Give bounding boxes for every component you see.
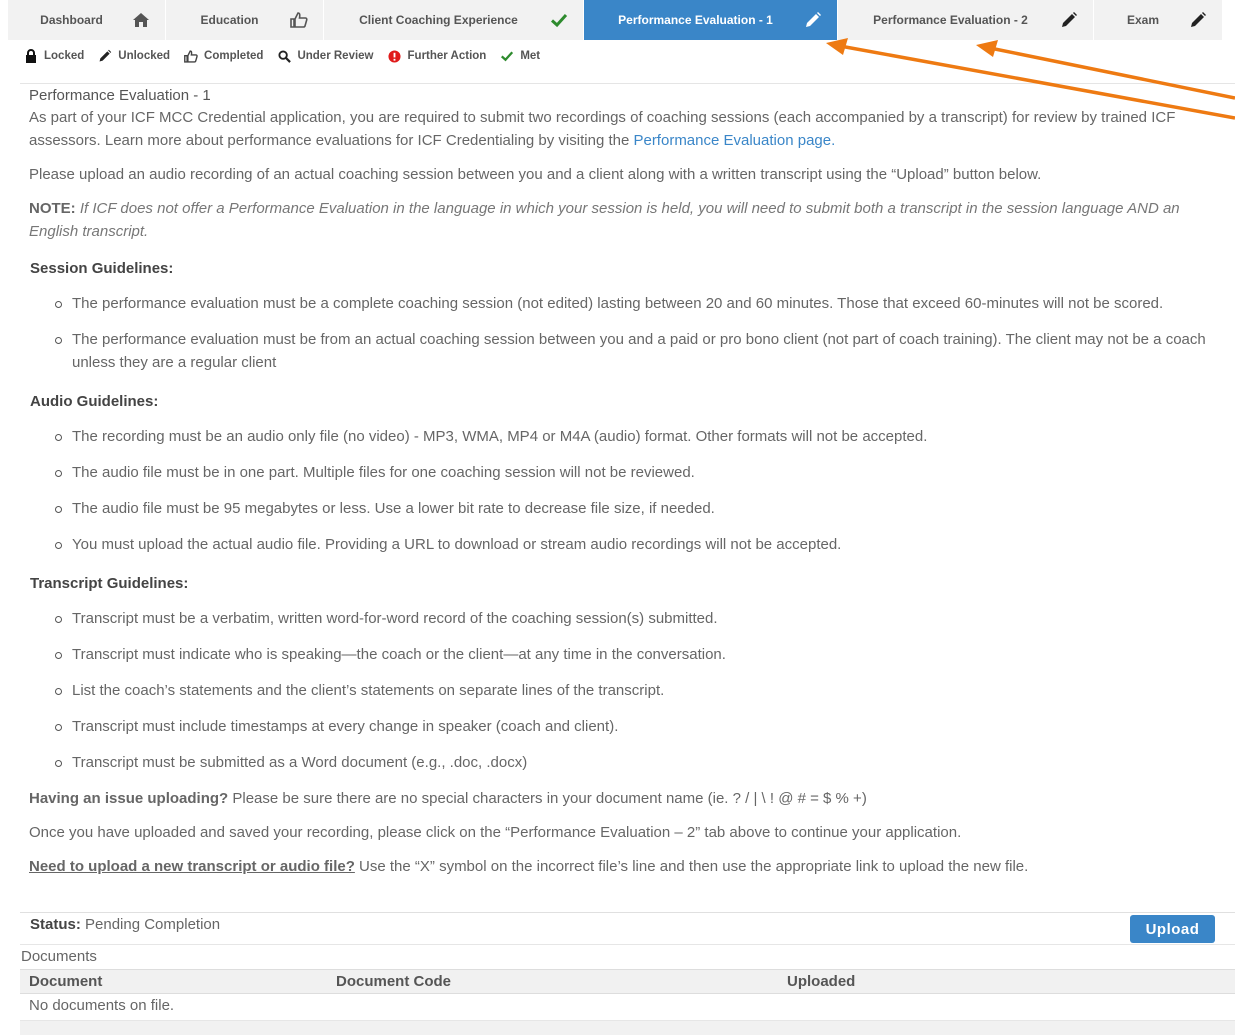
tab-label: Education [200, 13, 259, 27]
legend-label: Unlocked [118, 50, 171, 62]
transcript-guidelines-heading: Transcript Guidelines: [30, 575, 189, 592]
column-header-uploaded: Uploaded [787, 973, 856, 990]
tab-performance-evaluation-1[interactable]: Performance Evaluation - 1 [584, 0, 838, 40]
list-item: Transcript must be submitted as a Word d… [55, 751, 1219, 774]
upload-button[interactable]: Upload [1130, 915, 1215, 943]
legend-further-action: Further Action [388, 49, 487, 63]
pencil-icon [1188, 10, 1208, 30]
lock-icon [24, 49, 38, 63]
legend-met: Met [500, 49, 540, 63]
home-icon [131, 10, 151, 30]
column-header-document-code: Document Code [336, 973, 452, 990]
list-item: The recording must be an audio only file… [55, 425, 1219, 448]
thumbs-up-icon [184, 49, 198, 63]
transcript-guidelines-list: Transcript must be a verbatim, written w… [29, 607, 1219, 774]
page-title: Performance Evaluation - 1 [29, 87, 211, 104]
legend-under-review: Under Review [277, 49, 374, 63]
tab-exam[interactable]: Exam [1094, 0, 1223, 40]
tab-client-coaching-experience[interactable]: Client Coaching Experience [324, 0, 584, 40]
audio-guidelines-list: The recording must be an audio only file… [29, 425, 1219, 556]
legend-unlocked: Unlocked [98, 49, 170, 63]
next-step-paragraph: Once you have uploaded and saved your re… [29, 824, 962, 841]
intro-text: As part of your ICF MCC Credential appli… [29, 109, 1176, 149]
tab-label: Exam [1126, 13, 1160, 27]
legend-label: Completed [204, 50, 264, 62]
list-item: You must upload the actual audio file. P… [55, 533, 1219, 556]
documents-footer [20, 1021, 1235, 1035]
tab-bar: Dashboard Education Client Coaching Expe… [8, 0, 1223, 40]
performance-evaluation-link[interactable]: Performance Evaluation page. [633, 132, 835, 149]
pencil-icon [803, 10, 823, 30]
list-item: The performance evaluation must be from … [55, 328, 1219, 374]
legend-label: Locked [44, 50, 85, 62]
thumbs-up-icon [289, 10, 309, 30]
documents-table: Documents Document Document Code Uploade… [20, 944, 1235, 1035]
legend-label: Under Review [297, 50, 374, 62]
search-icon [277, 49, 291, 63]
legend-label: Further Action [407, 50, 487, 62]
audio-guidelines-heading: Audio Guidelines: [30, 393, 159, 410]
pencil-icon [1059, 10, 1079, 30]
tab-label: Client Coaching Experience [359, 13, 518, 27]
tab-label: Performance Evaluation - 2 [873, 13, 1028, 27]
column-header-document: Document [29, 973, 103, 990]
check-icon [549, 10, 569, 30]
status-label: Status: [30, 916, 81, 933]
list-item: The audio file must be in one part. Mult… [55, 461, 1219, 484]
replace-file-text: Use the “X” symbol on the incorrect file… [354, 858, 1029, 875]
legend-label: Met [520, 50, 541, 62]
status-row: Status: Pending Completion Upload [20, 912, 1235, 946]
divider [20, 83, 1235, 84]
tab-performance-evaluation-2[interactable]: Performance Evaluation - 2 [838, 0, 1094, 40]
list-item: The performance evaluation must be a com… [55, 292, 1219, 315]
tab-label: Performance Evaluation - 1 [618, 13, 773, 27]
list-item: Transcript must indicate who is speaking… [55, 643, 1219, 666]
session-guidelines-heading: Session Guidelines: [30, 260, 174, 277]
replace-file-paragraph: Need to upload a new transcript or audio… [29, 855, 1219, 878]
session-guidelines-list: The performance evaluation must be a com… [29, 292, 1219, 374]
check-icon [500, 49, 514, 63]
list-item: The audio file must be 95 megabytes or l… [55, 497, 1219, 520]
note-paragraph: NOTE: If ICF does not offer a Performanc… [29, 197, 1219, 243]
tab-label: Dashboard [40, 13, 103, 27]
replace-file-link[interactable]: Need to upload a new transcript or audio… [29, 858, 355, 875]
list-item: Transcript must include timestamps at ev… [55, 715, 1219, 738]
tab-dashboard[interactable]: Dashboard [8, 0, 166, 40]
status-value: Pending Completion [80, 916, 221, 933]
documents-header-row: Document Document Code Uploaded [20, 969, 1235, 994]
pencil-icon [98, 49, 112, 63]
issue-label: Having an issue uploading? [29, 790, 229, 807]
legend-completed: Completed [184, 49, 263, 63]
documents-empty-row: No documents on file. [20, 994, 1235, 1021]
list-item: Transcript must be a verbatim, written w… [55, 607, 1219, 630]
note-text: If ICF does not offer a Performance Eval… [29, 200, 1180, 240]
note-label: NOTE: [29, 200, 76, 217]
documents-title: Documents [20, 944, 1235, 969]
intro-paragraph: As part of your ICF MCC Credential appli… [29, 106, 1219, 152]
upload-instruction: Please upload an audio recording of an a… [29, 166, 1042, 183]
issue-text: Please be sure there are no special char… [228, 790, 867, 807]
tab-education[interactable]: Education [166, 0, 324, 40]
alert-icon [388, 49, 402, 63]
list-item: List the coach’s statements and the clie… [55, 679, 1219, 702]
main-content: Performance Evaluation - 1 As part of yo… [29, 86, 1219, 889]
legend-locked: Locked [24, 49, 84, 63]
status-text: Status: Pending Completion [30, 916, 220, 933]
status-legend: Locked Unlocked Completed Under Review F… [24, 49, 540, 63]
issue-paragraph: Having an issue uploading? Please be sur… [29, 787, 1219, 810]
